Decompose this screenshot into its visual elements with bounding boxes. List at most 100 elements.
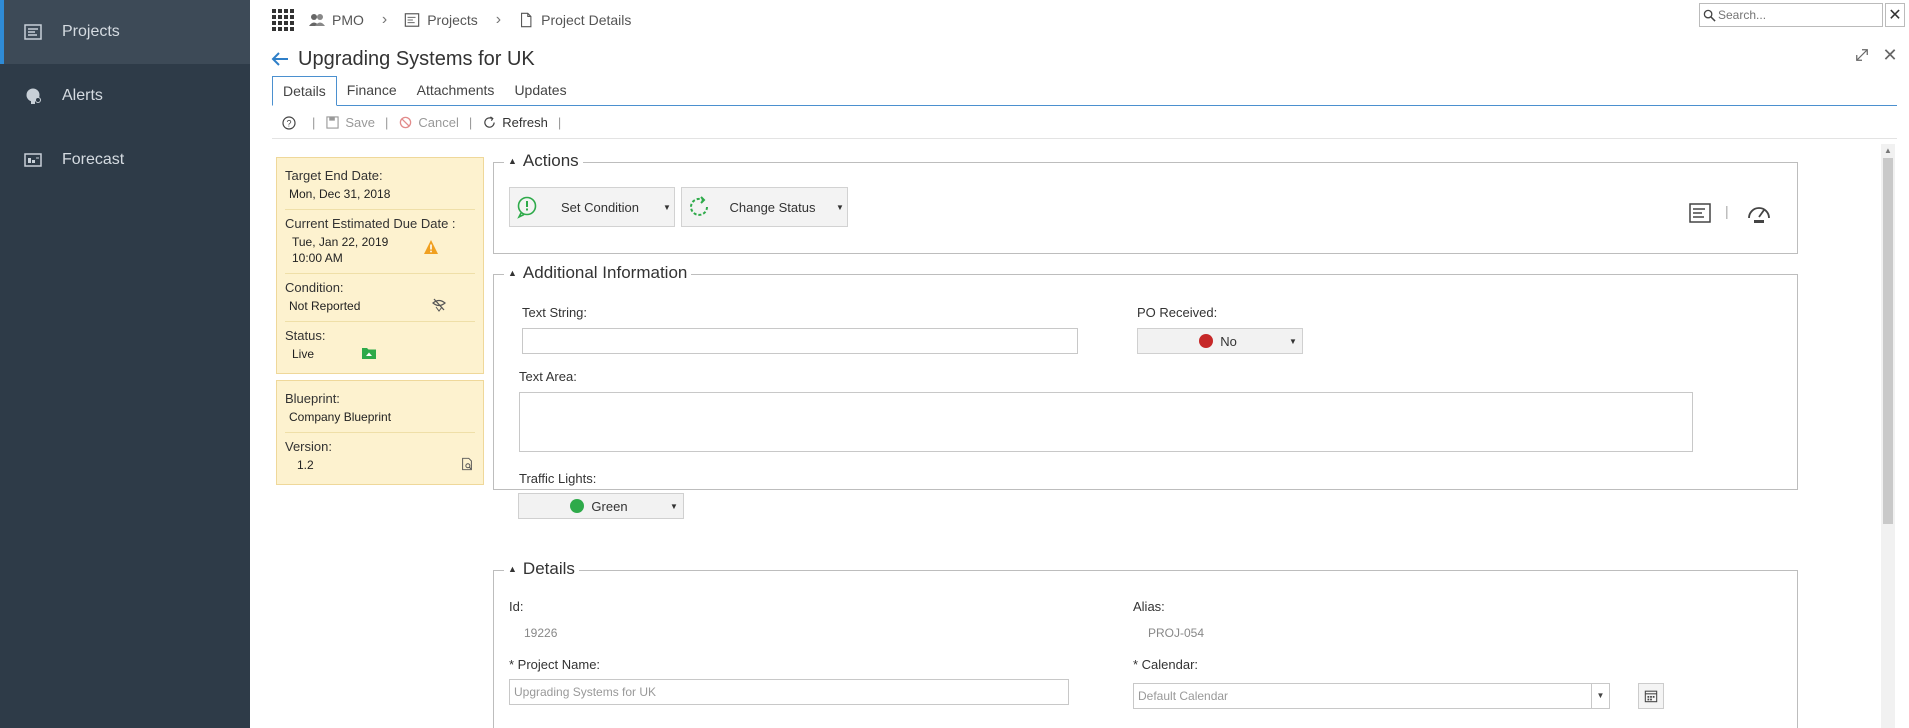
dashboard-gauge-icon[interactable] [1746,201,1772,227]
change-status-icon [686,194,712,220]
close-icon[interactable]: ✕ [1885,3,1905,27]
section-title: Additional Information [522,263,688,282]
warning-icon [423,239,439,255]
sidebar-item-alerts[interactable]: Alerts [0,64,250,128]
text-string-label: Text String: [522,305,588,320]
blueprint-label: Blueprint: [285,391,340,406]
toolbar-divider: | [557,115,562,130]
help-icon: ? [282,115,296,130]
vertical-scrollbar[interactable]: ▲ [1881,144,1895,728]
po-received-value: No [1220,333,1237,349]
summary-panel: Target End Date: Mon, Dec 31, 2018 Curre… [276,157,484,491]
id-label: Id: [509,599,524,614]
target-end-label: Target End Date: [285,168,383,183]
cancel-button[interactable]: Cancel [398,115,459,130]
help-button[interactable]: ? [282,115,302,130]
expand-icon[interactable] [1853,46,1871,64]
tab-attachments[interactable]: Attachments [407,76,505,105]
not-reported-icon [431,297,447,313]
set-condition-label: Set Condition [560,199,640,215]
scrollbar-thumb[interactable] [1883,158,1893,524]
refresh-button[interactable]: Refresh [482,115,548,130]
breadcrumb-label: PMO [332,12,364,28]
alias-label: Alias: [1133,599,1165,614]
collapse-caret-icon: ▲ [508,268,517,278]
condition-label: Condition: [285,280,344,295]
tab-bar: Details Finance Attachments Updates [272,76,1897,106]
condition-field: Condition: Not Reported [285,274,475,322]
app-launcher-icon[interactable] [272,9,294,31]
current-due-field: Current Estimated Due Date : Tue, Jan 22… [285,210,475,274]
toolbar-divider: | [468,115,473,130]
po-received-label: PO Received: [1137,305,1218,320]
document-icon [517,11,535,29]
refresh-icon [482,116,496,130]
version-details-icon[interactable] [459,456,475,472]
blueprint-field: Blueprint: Company Blueprint [285,385,475,433]
text-area-input[interactable] [519,392,1693,452]
tab-details[interactable]: Details [272,76,337,106]
chevron-right-icon: › [381,11,388,28]
calendar-picker-icon[interactable] [1638,683,1664,709]
search-box[interactable] [1699,3,1883,27]
sidebar-item-label: Projects [62,23,120,40]
project-name-input[interactable] [509,679,1069,705]
green-status-dot-icon [570,499,585,513]
summary-blueprint-box: Blueprint: Company Blueprint Version: 1.… [276,380,484,485]
title-row: Upgrading Systems for UK [270,44,535,74]
calendar-select[interactable]: Default Calendar ▼ [1133,683,1610,709]
blueprint-value: Company Blueprint [289,410,392,424]
change-status-label: Change Status [729,199,816,215]
cancel-icon [398,116,412,130]
text-string-input[interactable] [522,328,1078,354]
details-section-header[interactable]: ▲ Details [504,559,579,579]
po-received-dropdown[interactable]: No ▼ [1137,328,1303,354]
search-input[interactable] [1718,8,1868,22]
cancel-label: Cancel [418,115,459,130]
collapse-caret-icon: ▲ [508,156,517,166]
breadcrumb-project-details: Project Details [517,11,631,29]
dropdown-arrow-icon: ▼ [670,501,678,511]
collapse-caret-icon: ▲ [508,564,517,574]
additional-info-section-header[interactable]: ▲ Additional Information [504,263,692,283]
project-name-label: * Project Name: [509,657,601,672]
back-arrow-icon[interactable] [270,49,290,69]
traffic-lights-value: Green [591,498,628,514]
breadcrumb-projects[interactable]: Projects [403,11,478,29]
section-title: Details [522,559,575,578]
alias-value: PROJ-054 [1148,626,1205,640]
sidebar-item-projects[interactable]: Projects [0,0,250,64]
dropdown-arrow-icon: ▼ [1289,336,1297,346]
save-label: Save [345,115,376,130]
status-label: Status: [285,328,326,343]
actions-section-header[interactable]: ▲ Actions [504,151,583,171]
breadcrumb-label: Projects [427,12,478,28]
calendar-value: Default Calendar [1138,689,1229,703]
scroll-up-icon[interactable]: ▲ [1884,146,1892,155]
breadcrumb-pmo[interactable]: PMO [308,11,364,29]
svg-text:?: ? [286,118,291,128]
version-value: 1.2 [297,458,314,472]
live-status-icon [361,345,377,361]
summary-schedule-box: Target End Date: Mon, Dec 31, 2018 Curre… [276,157,484,374]
traffic-lights-dropdown[interactable]: Green ▼ [518,493,684,519]
tab-updates[interactable]: Updates [504,76,576,105]
red-status-dot-icon [1199,334,1214,348]
sidebar: Projects Alerts Forecast [0,0,250,728]
tab-finance[interactable]: Finance [337,76,407,105]
breadcrumb-label: Project Details [541,12,632,28]
close-icon[interactable]: ✕ [1881,45,1899,65]
status-field: Status: Live [285,322,475,369]
text-area-label: Text Area: [519,369,577,384]
toolbar-divider: | [312,115,316,130]
change-status-button[interactable]: Change Status ▼ [681,187,848,227]
project-summary-icon[interactable] [1688,201,1712,225]
sidebar-item-forecast[interactable]: Forecast [0,128,250,192]
dropdown-arrow-icon: ▼ [836,202,844,212]
forecast-icon [22,149,44,171]
version-field: Version: 1.2 [285,433,475,480]
version-label: Version: [285,439,332,454]
set-condition-button[interactable]: Set Condition ▼ [509,187,675,227]
search-icon [1700,9,1718,22]
save-button[interactable]: Save [325,115,375,130]
